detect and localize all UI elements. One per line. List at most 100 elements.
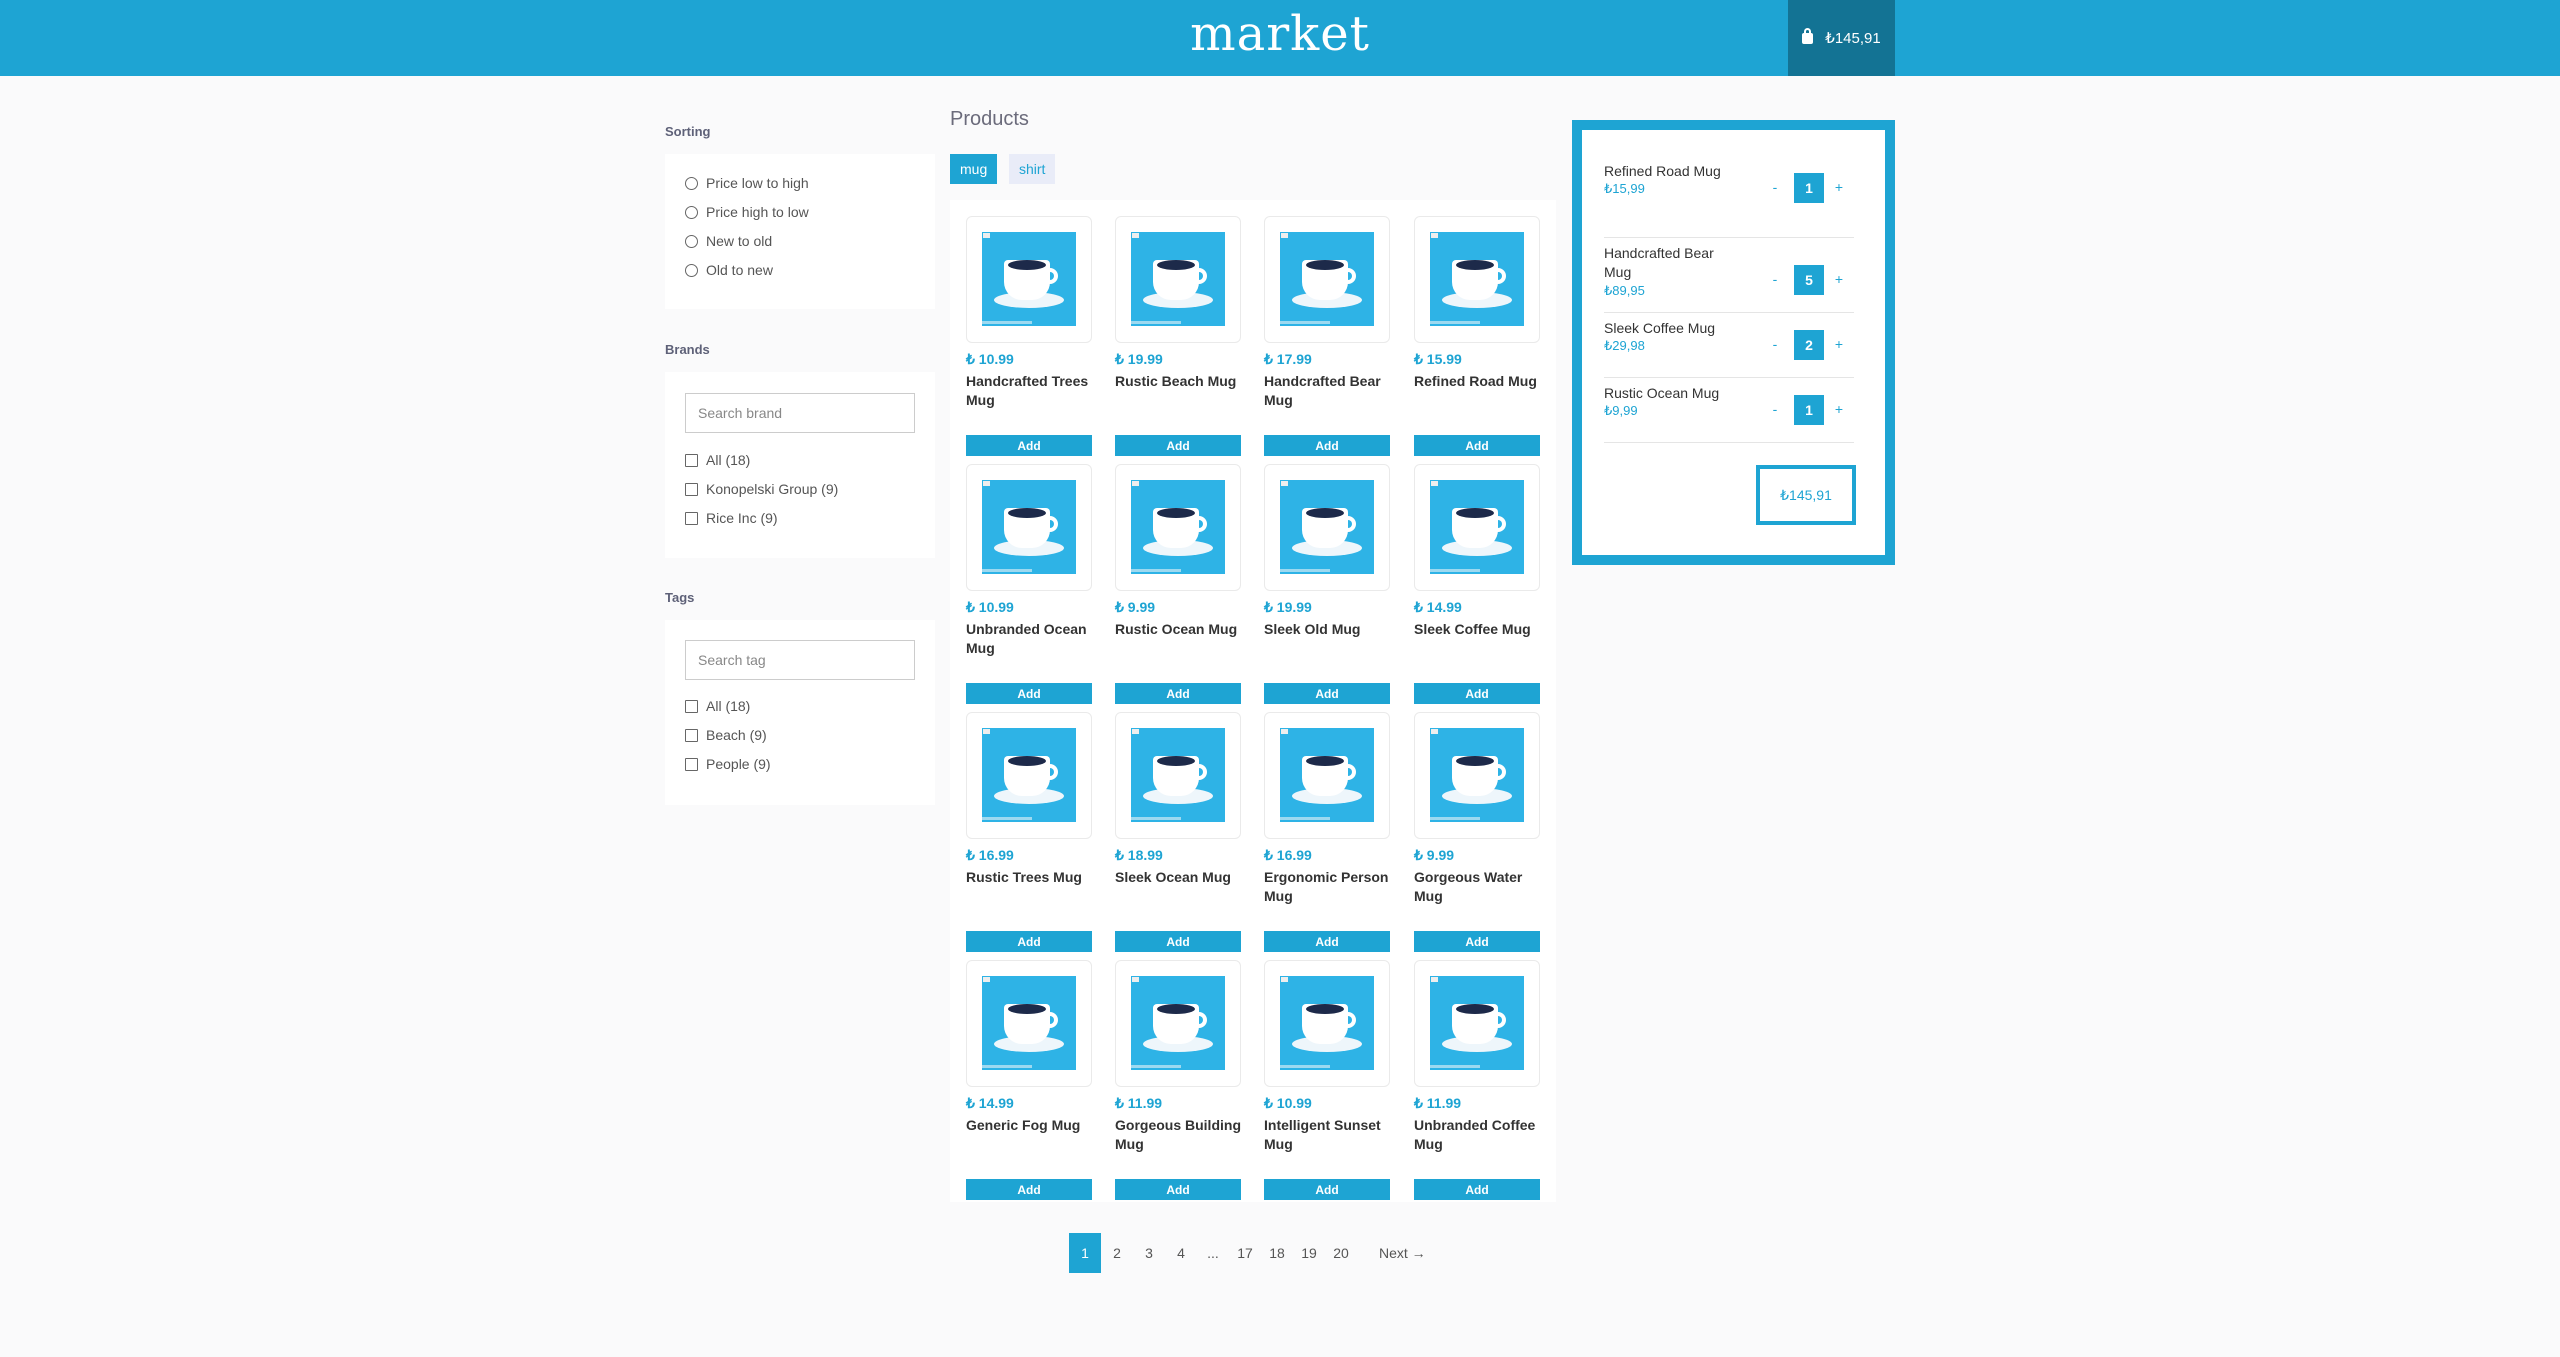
radio-icon[interactable] [685,234,698,248]
page-link[interactable]: 2 [1101,1233,1133,1273]
tags-panel: All (18) Beach (9) People (9) [665,620,935,805]
product-price: ₺ 9.99 [1115,599,1156,615]
basket-item-price: ₺29,98 [1604,338,1645,353]
add-to-cart-button[interactable]: Add [1115,931,1241,952]
brand-all[interactable]: All (18) [685,452,750,468]
add-to-cart-button[interactable]: Add [1414,435,1540,456]
increase-quantity-button[interactable]: + [1832,271,1846,287]
shopping-bag-icon [1802,27,1814,44]
tab-mug[interactable]: mug [950,154,998,184]
mug-image [982,976,1076,1070]
add-to-cart-button[interactable]: Add [1264,435,1390,456]
basket-item-price: ₺9,99 [1604,403,1638,418]
sort-old-new[interactable]: Old to new [685,262,773,278]
product-card: ₺ 9.99 Rustic Ocean Mug Add [1115,464,1241,704]
add-to-cart-button[interactable]: Add [1414,683,1540,704]
decrease-quantity-button[interactable]: - [1768,336,1782,352]
add-to-cart-button[interactable]: Add [1414,931,1540,952]
checkbox-icon[interactable] [685,699,698,713]
add-to-cart-button[interactable]: Add [966,435,1092,456]
sort-price-low-high[interactable]: Price low to high [685,175,809,191]
decrease-quantity-button[interactable]: - [1768,179,1782,195]
product-thumbnail[interactable] [1414,960,1540,1087]
tag-beach[interactable]: Beach (9) [685,727,767,743]
brand-rice[interactable]: Rice Inc (9) [685,510,778,526]
pagination: 1 2 3 4... 17 18 19 20 Next → [1069,1233,1426,1273]
product-thumbnail[interactable] [966,712,1092,839]
page-link[interactable]: 20 [1325,1233,1357,1273]
add-to-cart-button[interactable]: Add [1264,931,1390,952]
product-thumbnail[interactable] [1414,712,1540,839]
checkbox-icon[interactable] [685,482,698,496]
decrease-quantity-button[interactable]: - [1768,401,1782,417]
radio-icon[interactable] [685,205,698,219]
brand-label: Rice Inc (9) [706,510,778,526]
logo[interactable]: market [0,6,2560,62]
mug-image [1430,480,1524,574]
sort-new-old[interactable]: New to old [685,233,772,249]
product-card: ₺ 15.99 Refined Road Mug Add [1414,216,1540,456]
product-thumbnail[interactable] [1264,712,1390,839]
page-link[interactable]: 17 [1229,1233,1261,1273]
product-thumbnail[interactable] [1264,960,1390,1087]
increase-quantity-button[interactable]: + [1832,179,1846,195]
decrease-quantity-button[interactable]: - [1768,271,1782,287]
checkbox-icon[interactable] [685,511,698,525]
product-thumbnail[interactable] [1414,464,1540,591]
page-link[interactable]: 4 [1165,1233,1197,1273]
tag-people[interactable]: People (9) [685,756,771,772]
product-price: ₺ 19.99 [1115,351,1163,367]
product-thumbnail[interactable] [966,216,1092,343]
radio-icon[interactable] [685,176,698,190]
product-thumbnail[interactable] [1115,464,1241,591]
page-link[interactable]: 3 [1133,1233,1165,1273]
product-card: ₺ 16.99 Ergonomic Person Mug Add [1264,712,1390,952]
product-thumbnail[interactable] [1264,464,1390,591]
basket-item: Refined Road Mug ₺15,99 -1 + [1604,158,1854,238]
add-to-cart-button[interactable]: Add [966,683,1092,704]
increase-quantity-button[interactable]: + [1832,401,1846,417]
tab-shirt[interactable]: shirt [1009,154,1056,184]
sort-price-high-low[interactable]: Price high to low [685,204,809,220]
product-thumbnail[interactable] [966,464,1092,591]
add-to-cart-button[interactable]: Add [966,931,1092,952]
product-thumbnail[interactable] [1414,216,1540,343]
add-to-cart-button[interactable]: Add [1115,683,1241,704]
next-page-link[interactable]: Next → [1379,1245,1426,1261]
product-thumbnail[interactable] [966,960,1092,1087]
radio-icon[interactable] [685,263,698,277]
add-to-cart-button[interactable]: Add [1264,683,1390,704]
product-thumbnail[interactable] [1115,216,1241,343]
add-to-cart-button[interactable]: Add [1115,435,1241,456]
add-to-cart-button[interactable]: Add [1414,1179,1540,1200]
tag-all[interactable]: All (18) [685,698,750,714]
product-thumbnail[interactable] [1115,960,1241,1087]
basket-item: Handcrafted Bear Mug ₺89,95 -5 + [1604,240,1854,313]
product-name: Ergonomic Person Mug [1264,869,1389,904]
brand-search-input[interactable] [685,393,915,433]
add-to-cart-button[interactable]: Add [1115,1179,1241,1200]
tag-search-input[interactable] [685,640,915,680]
product-thumbnail[interactable] [1264,216,1390,343]
checkbox-icon[interactable] [685,757,698,771]
cart-button[interactable]: ₺145,91 [1788,0,1895,76]
product-card: ₺ 10.99 Intelligent Sunset Mug Add [1264,960,1390,1200]
product-card: ₺ 11.99 Gorgeous Building Mug Add [1115,960,1241,1200]
mug-image [982,480,1076,574]
add-to-cart-button[interactable]: Add [1264,1179,1390,1200]
checkbox-icon[interactable] [685,728,698,742]
sorting-title: Sorting [665,124,711,139]
checkbox-icon[interactable] [685,453,698,467]
add-to-cart-button[interactable]: Add [966,1179,1092,1200]
increase-quantity-button[interactable]: + [1832,336,1846,352]
page-link[interactable]: 19 [1293,1233,1325,1273]
basket-item-price: ₺89,95 [1604,283,1645,298]
page-link[interactable]: 18 [1261,1233,1293,1273]
product-thumbnail[interactable] [1115,712,1241,839]
brand-konopelski[interactable]: Konopelski Group (9) [685,481,838,497]
mug-image [982,728,1076,822]
basket-item-name: Handcrafted Bear Mug [1604,245,1714,280]
sort-option-label: Old to new [706,262,773,278]
page-link[interactable]: 1 [1069,1233,1101,1273]
basket-total[interactable]: ₺145,91 [1756,465,1856,525]
